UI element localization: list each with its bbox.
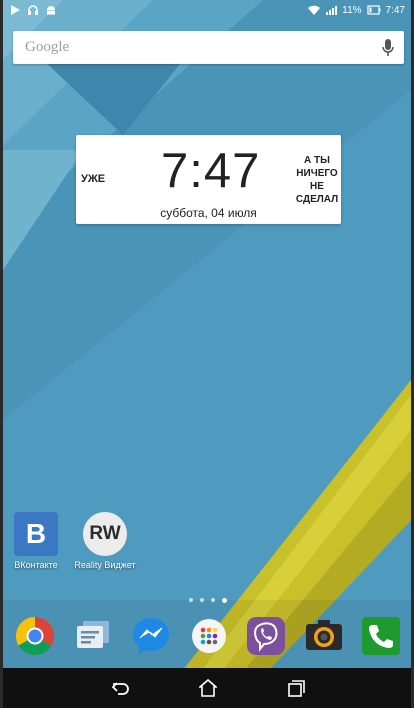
reality-widget-icon: RW (83, 512, 127, 556)
app-label: ВКонтакте (14, 560, 58, 570)
app-label: Reality Виджет (74, 560, 136, 570)
phone-icon[interactable] (361, 616, 401, 656)
widget-right-text: А ТЫ НИЧЕГО НЕ СДЕЛАЛ (295, 154, 339, 206)
widget-date: суббота, 04 июля (160, 206, 257, 220)
status-time: 7:47 (385, 4, 405, 16)
page-dot-active (222, 598, 227, 603)
widget-right-line: НЕ (310, 181, 324, 192)
chrome-icon[interactable] (15, 616, 55, 656)
google-label: Google (25, 39, 70, 55)
messages-icon[interactable] (73, 616, 113, 656)
page-dot (200, 598, 204, 602)
app-drawer-icon[interactable] (189, 616, 229, 656)
android-icon (47, 6, 55, 15)
status-bar: 11% 7:47 (3, 0, 411, 24)
google-search-bar[interactable]: Google (13, 31, 404, 64)
viber-icon[interactable] (246, 616, 286, 656)
widget-time: 7:47 (161, 144, 261, 198)
home-screen: 11% 7:47 Google УЖЕ 7:47 А ТЫ НИЧЕГО НЕ … (3, 0, 411, 708)
battery-percent: 11% (342, 4, 362, 16)
clock-widget[interactable]: УЖЕ 7:47 А ТЫ НИЧЕГО НЕ СДЕЛАЛ суббота, … (76, 135, 341, 224)
messenger-icon[interactable] (131, 616, 171, 656)
page-indicator (189, 598, 227, 603)
widget-right-line: СДЕЛАЛ (295, 194, 339, 205)
app-reality-widget[interactable]: RW Reality Виджет (70, 512, 140, 570)
navigation-bar (3, 668, 411, 708)
play-icon (11, 5, 20, 15)
signal-icon (326, 6, 338, 15)
headset-icon (28, 5, 38, 15)
app-vkontakte[interactable]: B ВКонтакте (3, 512, 71, 570)
widget-left-text: УЖЕ (81, 173, 106, 185)
page-dot (189, 598, 193, 602)
widget-right-line: А ТЫ (304, 155, 330, 166)
back-icon[interactable] (112, 679, 130, 697)
battery-icon (366, 5, 381, 15)
recents-icon[interactable] (287, 679, 305, 697)
widget-right-line: НИЧЕГО (296, 168, 338, 179)
home-icon[interactable] (199, 679, 217, 697)
camera-icon[interactable] (304, 616, 344, 656)
wifi-icon (308, 5, 321, 15)
page-dot (211, 598, 215, 602)
mic-icon[interactable] (382, 39, 394, 57)
vk-icon: B (14, 512, 58, 556)
